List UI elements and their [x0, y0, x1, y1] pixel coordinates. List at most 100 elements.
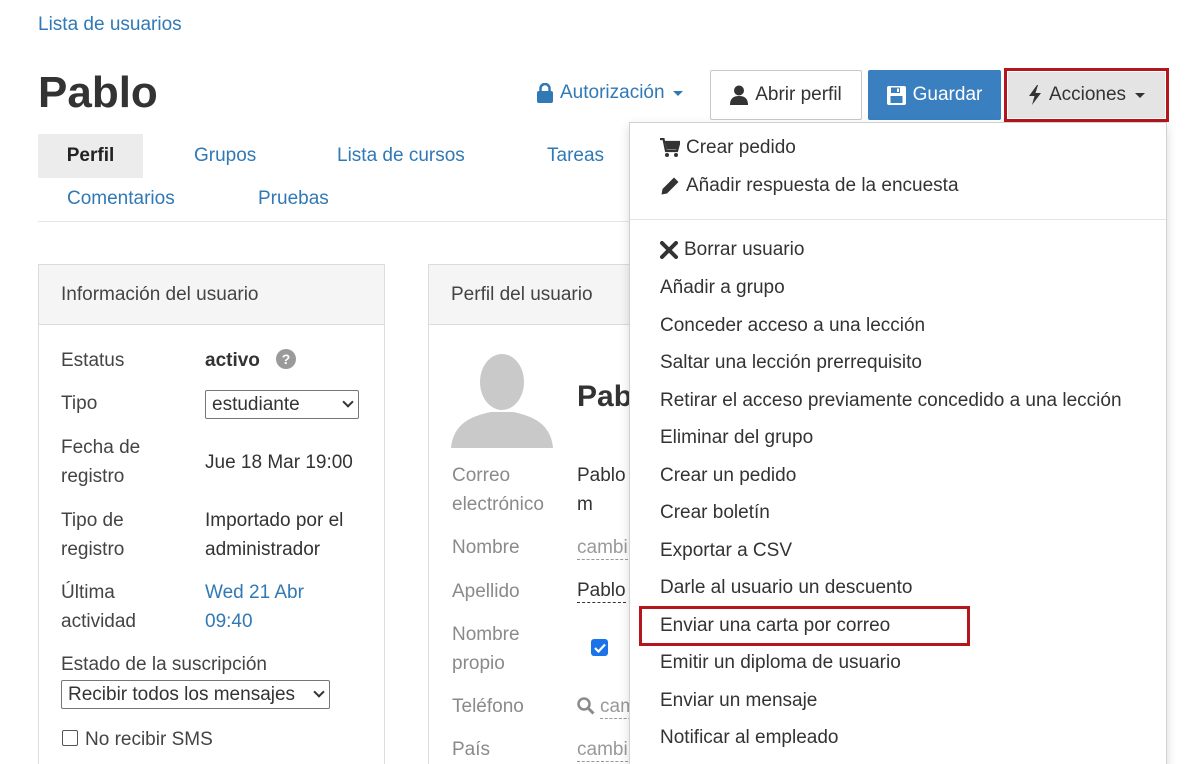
country-editable[interactable]: cambi [577, 739, 628, 762]
status-label: Estatus [61, 350, 125, 371]
menu-item-issue-diploma[interactable]: Emitir un diploma de usuario [660, 652, 901, 674]
menu-item-create-newsletter[interactable]: Crear boletín [660, 502, 770, 524]
no-sms-checkbox[interactable] [62, 730, 78, 746]
menu-item-export-csv[interactable]: Exportar a CSV [660, 540, 792, 562]
tab-tests[interactable]: Pruebas [258, 177, 329, 221]
page-title: Pablo [38, 68, 158, 117]
avatar-placeholder-icon [451, 348, 553, 448]
caret-down-icon [672, 90, 683, 96]
tab-tasks[interactable]: Tareas [547, 134, 604, 178]
type-label: Tipo [61, 393, 98, 414]
user-info-title: Información del usuario [39, 265, 384, 325]
actions-label: Acciones [1048, 84, 1127, 105]
actions-button[interactable]: Acciones [1008, 72, 1165, 118]
tab-groups[interactable]: Grupos [194, 134, 256, 178]
last-activity-link-1[interactable]: Wed 21 Abr [205, 578, 304, 607]
menu-item-create-order[interactable]: Crear pedido [660, 137, 796, 159]
menu-item-add-survey-answer[interactable]: Añadir respuesta de la encuesta [660, 175, 959, 197]
first-name-editable[interactable]: cambi [577, 537, 628, 560]
authorization-dropdown[interactable]: Autorización [536, 82, 683, 104]
tab-course-list[interactable]: Lista de cursos [337, 134, 465, 178]
first-name-label: Nombre [452, 537, 520, 558]
menu-item-label: Crear un pedido [660, 465, 797, 486]
reg-date-label-1: Fecha de [61, 437, 141, 458]
type-select-value: estudiante [212, 393, 300, 415]
menu-item-add-to-group[interactable]: Añadir a grupo [660, 277, 785, 299]
send-email-letter-highlight [639, 606, 970, 646]
last-name-label: Apellido [452, 581, 520, 602]
save-label: Guardar [912, 84, 983, 105]
reg-type-label-1: Tipo de [61, 510, 124, 531]
subscription-select[interactable]: Recibir todos los mensajes [61, 680, 330, 709]
status-value: activo [205, 350, 260, 371]
subscription-label: Estado de la suscripción [61, 654, 267, 675]
breadcrumb-user-list[interactable]: Lista de usuarios [38, 14, 182, 36]
tab-profile[interactable]: Perfil [38, 134, 143, 178]
type-select[interactable]: estudiante [205, 390, 359, 419]
menu-item-label: Notificar al empleado [660, 727, 839, 748]
last-activity-link-2[interactable]: 09:40 [205, 607, 253, 636]
email-label-1: Correo [452, 465, 511, 486]
menu-item-remove-from-group[interactable]: Eliminar del grupo [660, 427, 813, 449]
menu-item-send-message[interactable]: Enviar un mensaje [660, 690, 817, 712]
phone-label: Teléfono [452, 696, 524, 717]
menu-item-notify-employee[interactable]: Notificar al empleado [660, 727, 838, 749]
reg-date-value: Jue 18 Mar 19:00 [205, 452, 353, 473]
reg-type-label-2: registro [61, 539, 125, 560]
menu-item-label: Retirar el acceso previamente concedido … [660, 390, 1122, 411]
open-profile-label: Abrir perfil [755, 84, 842, 105]
menu-item-label: Saltar una lección prerrequisito [660, 352, 922, 373]
menu-item-label: Darle al usuario un descuento [660, 577, 913, 598]
save-button[interactable]: Guardar [868, 70, 1001, 120]
menu-item-label: Crear pedido [686, 137, 796, 158]
menu-item-label: Borrar usuario [684, 239, 805, 260]
menu-item-label: Enviar un mensaje [660, 690, 818, 711]
shopping-cart-icon [660, 138, 680, 157]
menu-item-label: Conceder acceso a una lección [660, 315, 926, 336]
lightning-icon [1028, 85, 1041, 105]
help-icon[interactable]: ? [276, 349, 296, 369]
reg-type-value-1: Importado por el [205, 510, 344, 531]
last-name-editable[interactable]: Pablo [577, 580, 626, 603]
country-label: País [452, 739, 491, 760]
menu-item-label: Añadir respuesta de la encuesta [686, 175, 959, 196]
menu-item-skip-prerequisite[interactable]: Saltar una lección prerrequisito [660, 352, 922, 374]
subscription-select-value: Recibir todos los mensajes [68, 683, 296, 705]
close-icon [660, 241, 678, 259]
reg-type-value-2: administrador [205, 539, 321, 560]
email-value-2: m [577, 494, 593, 515]
no-sms-label: No recibir SMS [85, 729, 213, 750]
menu-item-revoke-lesson-access[interactable]: Retirar el acceso previamente concedido … [660, 390, 1122, 412]
floppy-disk-icon [886, 85, 906, 105]
email-value-1: Pablo [577, 465, 626, 486]
last-activity-label-2: actividad [61, 611, 136, 632]
menu-item-create-an-order[interactable]: Crear un pedido [660, 465, 796, 487]
menu-item-label: Eliminar del grupo [660, 427, 814, 448]
open-profile-button[interactable]: Abrir perfil [710, 70, 862, 120]
pencil-icon [661, 177, 679, 195]
user-profile-title: Perfil del usuario [429, 265, 648, 325]
actions-dropdown-menu: Crear pedido Añadir respuesta de la encu… [629, 122, 1167, 764]
authorization-label: Autorización [560, 82, 665, 103]
caret-down-icon [1135, 92, 1146, 98]
menu-item-label: Exportar a CSV [660, 540, 792, 561]
user-icon [730, 85, 749, 105]
chevron-down-icon [342, 396, 354, 408]
tab-comments[interactable]: Comentarios [67, 177, 175, 221]
menu-item-delete-user[interactable]: Borrar usuario [660, 239, 804, 261]
lock-icon [537, 83, 553, 103]
tabs-divider [38, 221, 638, 222]
search-icon[interactable] [577, 697, 595, 715]
menu-item-label: Emitir un diploma de usuario [660, 652, 901, 673]
menu-item-label: Añadir a grupo [660, 277, 785, 298]
reg-date-label-2: registro [61, 466, 125, 487]
own-name-checkbox[interactable] [591, 639, 608, 656]
own-name-label-2: propio [452, 653, 505, 674]
last-activity-label-1: Última [61, 582, 115, 603]
chevron-down-icon [313, 686, 325, 698]
menu-item-give-discount[interactable]: Darle al usuario un descuento [660, 577, 912, 599]
email-label-2: electrónico [452, 494, 544, 515]
menu-item-grant-lesson-access[interactable]: Conceder acceso a una lección [660, 315, 925, 337]
menu-divider [630, 219, 1166, 220]
own-name-label-1: Nombre [452, 624, 520, 645]
